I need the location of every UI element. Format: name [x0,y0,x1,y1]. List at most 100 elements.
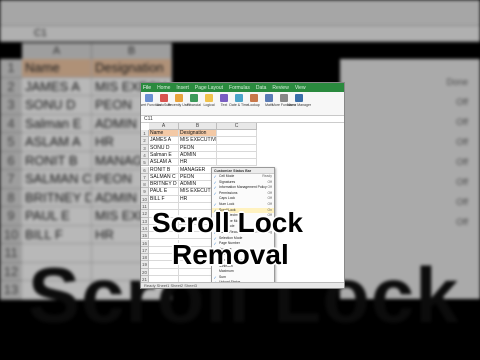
background-status-value: Off [456,177,468,187]
background-row-header: 1 [0,59,22,78]
table-cell[interactable]: Name [149,130,179,138]
row-header[interactable]: 10 [141,195,149,203]
table-cell[interactable]: BRITNEY D [149,181,179,189]
table-cell[interactable] [217,144,257,152]
table-cell[interactable]: PEON [179,144,217,152]
ribbon-button-logical[interactable]: Logical [203,94,215,113]
row-header[interactable]: 20 [141,268,149,276]
tab-formulas[interactable]: Formulas [229,85,250,91]
background-row-header: 4 [0,114,22,133]
row-header[interactable]: 18 [141,254,149,262]
table-cell[interactable]: HR [179,159,217,167]
tab-file[interactable]: File [143,85,151,91]
column-header-a[interactable]: A [149,123,179,130]
column-header-c[interactable]: C [217,123,257,130]
menu-item-label: Information Management Policy [219,185,267,190]
status-bar[interactable]: Ready Sheet1 Sheet2 Sheet3 [141,282,344,288]
table-cell[interactable]: Designation [179,130,217,138]
row-header[interactable]: 8 [141,181,149,189]
row-header[interactable]: 12 [141,210,149,218]
column-header-b[interactable]: B [179,123,217,130]
background-row-header: 11 [0,244,22,263]
menu-item-label: Cell Mode [219,174,235,178]
row-header[interactable]: 4 [141,151,149,160]
function-icon [295,94,303,102]
table-cell[interactable]: SONU D [149,144,179,152]
table-cell[interactable] [217,159,257,167]
ribbon-button-text[interactable]: Text [218,94,230,113]
row-header[interactable]: 19 [141,261,149,269]
function-icon [175,94,183,102]
table-cell[interactable]: ASLAM A [149,159,179,167]
background-cell: Name [22,59,92,78]
table-cell[interactable] [217,130,257,138]
background-ribbon [0,0,480,26]
row-header[interactable]: 3 [141,144,149,152]
row-header[interactable]: 16 [141,239,149,247]
table-cell[interactable]: SALMAN C [149,173,179,182]
table-cell[interactable] [217,137,257,145]
row-header[interactable]: 5 [141,159,149,167]
ribbon-button-insert-function[interactable]: Insert Function [141,94,161,113]
table-cell[interactable] [217,151,257,160]
function-icon [220,94,228,102]
row-header[interactable]: 1 [141,130,149,138]
ribbon-button-recently-used[interactable]: Recently Used [168,94,190,113]
table-cell[interactable]: RONIT B [149,166,179,174]
background-cell: SONU D [22,96,92,115]
background-namebox: C1 [0,26,480,42]
function-icon [205,94,213,102]
row-header[interactable]: 7 [141,173,149,182]
background-status-value: Off [456,217,468,227]
background-cell: Designation [92,59,172,78]
tab-view[interactable]: View [295,85,306,91]
background-status-value: Off [456,137,468,147]
ribbon-button-financial[interactable]: Financial [187,94,202,113]
background-col-a: A [22,43,92,59]
row-header[interactable]: 2 [141,137,149,145]
table-cell[interactable]: JAMES A [149,137,179,145]
tab-review[interactable]: Review [272,85,288,91]
background-row-header: 9 [0,207,22,226]
tab-page-layout[interactable]: Page Layout [195,85,223,91]
name-box[interactable]: C11 [141,116,344,123]
tab-insert[interactable]: Insert [176,85,189,91]
row-header[interactable]: 15 [141,232,149,240]
table-cell[interactable]: Salman E [149,151,179,160]
table-cell[interactable]: ADMIN [179,151,217,160]
table-cell[interactable]: MIS EXECUTIVE [179,137,217,145]
background-cell: JAMES A [22,77,92,96]
menu-item-label: Signatures [219,179,236,184]
background-status-value: Off [456,197,468,207]
row-header[interactable]: 6 [141,166,149,174]
row-header[interactable]: 17 [141,246,149,255]
background-col-b: B [92,43,172,59]
ribbon-button-lookup[interactable]: Lookup [248,94,260,113]
row-header[interactable]: 13 [141,217,149,225]
background-cell: ASLAM A [22,133,92,152]
ribbon-button-label: Date & Time [229,103,249,107]
table-cell[interactable]: BILL F [149,195,179,203]
row-header[interactable]: 14 [141,224,149,233]
background-status-value: Done [446,77,468,87]
tab-home[interactable]: Home [157,85,170,91]
function-icon [190,94,198,102]
row-header[interactable]: 9 [141,188,149,196]
ribbon-button-label: Name Manager [286,103,312,107]
background-row-header: 12 [0,262,22,281]
function-icon [280,94,288,102]
menu-item-label: Permissions [219,190,238,195]
table-cell[interactable]: PAUL E [149,188,179,196]
ribbon-button-date-time[interactable]: Date & Time [229,94,249,113]
background-row-header: 2 [0,77,22,96]
tab-data[interactable]: Data [256,85,267,91]
ribbon-button-name-manager[interactable]: Name Manager [287,94,311,113]
background-row-header: 3 [0,96,22,115]
background-row-header: 7 [0,170,22,189]
function-icon [265,94,273,102]
row-header[interactable]: 11 [141,203,149,211]
background-row-header: 13 [0,281,22,300]
caption-line-2: Removal [172,239,289,270]
ribbon-button-label: Financial [187,103,202,107]
menu-item-label: Num Lock [219,201,235,206]
